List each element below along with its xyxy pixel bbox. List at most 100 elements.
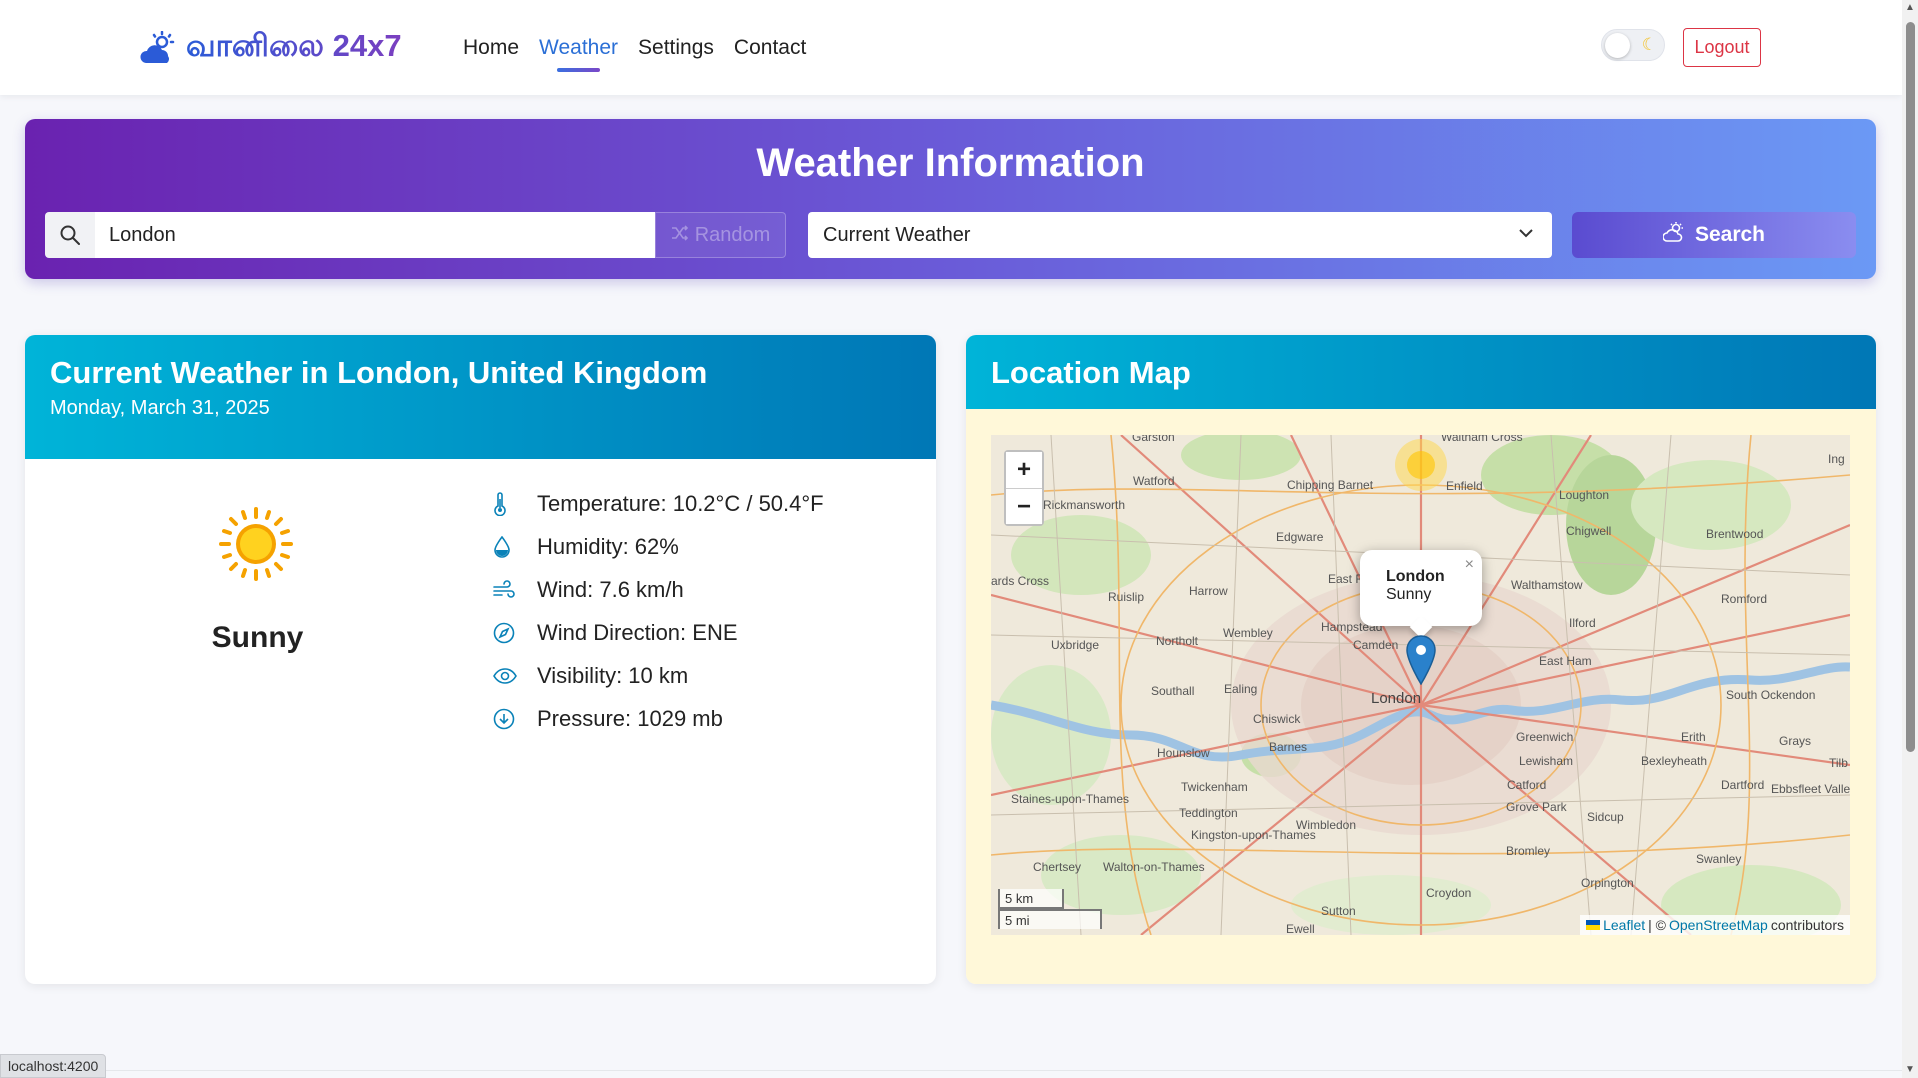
place-label: Southall (1151, 684, 1194, 698)
place-label: Brentwood (1706, 527, 1763, 541)
detail-text: Visibility: 10 km (537, 662, 689, 688)
arrow-down-circle-icon (493, 708, 537, 730)
place-label: Wimbledon (1296, 818, 1356, 832)
brand-title: வானிலை 24x7 (186, 28, 402, 68)
place-label: Harrow (1189, 584, 1228, 598)
place-label: Grove Park (1506, 800, 1568, 814)
place-label: Bromley (1506, 844, 1550, 858)
nav-links: Home Weather Settings Contact (463, 36, 806, 72)
attribution-separator: | © (1648, 917, 1666, 933)
popup-close-button[interactable]: × (1465, 556, 1474, 574)
scrollbar-thumb[interactable] (1906, 22, 1915, 752)
search-button[interactable]: Search (1572, 212, 1856, 258)
place-label: ards Cross (991, 574, 1049, 588)
detail-wind-direction: Wind Direction: ENE (493, 611, 824, 654)
forecast-type-value: Current Weather (823, 223, 971, 246)
place-label: London (1371, 690, 1421, 707)
cloud-sun-icon (140, 31, 176, 65)
weather-condition: Sunny (211, 621, 304, 654)
place-label: Barnes (1269, 740, 1307, 754)
place-label: Waltham Cross (1441, 435, 1523, 444)
place-label: Chigwell (1566, 524, 1611, 538)
place-label: Ebbsfleet Valley (1771, 782, 1850, 796)
place-label: Teddington (1179, 806, 1238, 820)
place-label: Wembley (1223, 626, 1273, 640)
detail-temperature: Temperature: 10.2°C / 50.4°F (493, 482, 824, 525)
place-label: Catford (1507, 778, 1546, 792)
attribution-suffix: contributors (1770, 917, 1844, 933)
place-label: Twickenham (1181, 780, 1248, 794)
search-icon (45, 212, 95, 258)
ukraine-flag-icon (1586, 920, 1601, 930)
toggle-knob (1605, 33, 1630, 58)
place-label: Watford (1133, 474, 1175, 488)
nav-link-weather[interactable]: Weather (539, 36, 618, 72)
place-label: Northolt (1156, 634, 1199, 648)
leaflet-link[interactable]: Leaflet (1603, 917, 1645, 933)
place-label: Swanley (1696, 852, 1741, 866)
detail-wind: Wind: 7.6 km/h (493, 568, 824, 611)
moon-icon: ☾ (1641, 35, 1657, 54)
map-marker-icon[interactable] (1406, 635, 1436, 690)
weather-search-panel: Weather Information Random Current Weath… (25, 119, 1876, 279)
city-search-input[interactable] (95, 212, 655, 258)
place-label: Rickmansworth (1043, 498, 1125, 512)
place-label: Dartford (1721, 778, 1764, 792)
detail-text: Wind Direction: ENE (537, 619, 738, 645)
footer-divider (0, 1070, 1902, 1071)
location-map-card: Location Map Garston Waltham Cross Watfo… (966, 335, 1876, 984)
page-title: Weather Information (756, 141, 1145, 185)
random-city-button[interactable]: Random (655, 212, 786, 258)
place-label: Chiswick (1253, 712, 1301, 726)
map-body: Garston Waltham Cross Watford Chipping B… (966, 409, 1876, 984)
thermometer-icon (493, 491, 537, 516)
scale-mi: 5 mi (998, 909, 1102, 929)
nav-link-settings[interactable]: Settings (638, 36, 714, 66)
nav-link-home[interactable]: Home (463, 36, 519, 66)
city-search-group: Random (45, 212, 813, 258)
shuffle-icon (671, 224, 689, 247)
leaflet-map[interactable]: Garston Waltham Cross Watford Chipping B… (991, 435, 1850, 935)
droplet-icon (493, 535, 537, 558)
popup-condition: Sunny (1386, 586, 1432, 603)
place-label: Uxbridge (1051, 638, 1099, 652)
detail-pressure: Pressure: 1029 mb (493, 697, 824, 740)
place-label: Walthamstow (1511, 578, 1583, 592)
brand[interactable]: வானிலை 24x7 (140, 28, 402, 68)
page-scrollbar[interactable]: ▲ ▼ (1902, 0, 1918, 1078)
openstreetmap-link[interactable]: OpenStreetMap (1669, 917, 1768, 933)
scroll-up-icon[interactable]: ▲ (1905, 2, 1915, 13)
theme-toggle[interactable]: ☾ (1601, 29, 1665, 61)
weather-details: Temperature: 10.2°C / 50.4°F Humidity: 6… (493, 482, 824, 740)
zoom-control: + − (1004, 450, 1044, 526)
scroll-down-icon[interactable]: ▼ (1905, 1064, 1915, 1075)
cloud-sun-search-icon (1662, 221, 1685, 249)
map-attribution: Leaflet | © OpenStreetMap contributors (1580, 915, 1850, 935)
place-label: Sidcup (1587, 810, 1624, 824)
detail-humidity: Humidity: 62% (493, 525, 824, 568)
place-label: Greenwich (1516, 730, 1573, 744)
nav-link-contact[interactable]: Contact (734, 36, 806, 66)
place-label: Ilford (1569, 616, 1596, 630)
map-card-title: Location Map (991, 355, 1191, 390)
place-label: Hounslow (1157, 746, 1210, 760)
place-label: Grays (1779, 734, 1811, 748)
chevron-down-icon (1518, 224, 1534, 247)
place-label: Ing (1828, 452, 1845, 466)
place-label: Ealing (1224, 682, 1257, 696)
place-label: Erith (1681, 730, 1706, 744)
zoom-out-button[interactable]: − (1006, 488, 1042, 524)
sun-icon (219, 507, 293, 586)
logout-button[interactable]: Logout (1683, 28, 1761, 67)
zoom-in-button[interactable]: + (1006, 452, 1042, 488)
scale-km: 5 km (998, 889, 1064, 909)
place-label: Romford (1721, 592, 1767, 606)
place-label: Walton-on-Thames (1103, 860, 1205, 874)
weather-card-title: Current Weather in London, United Kingdo… (50, 355, 708, 390)
place-label: South Ockendon (1726, 688, 1815, 702)
compass-icon (493, 622, 537, 644)
place-label: Loughton (1559, 488, 1609, 502)
place-label: Chertsey (1033, 860, 1081, 874)
forecast-type-select[interactable]: Current Weather (808, 212, 1552, 258)
map-scale: 5 km 5 mi (998, 889, 1102, 929)
